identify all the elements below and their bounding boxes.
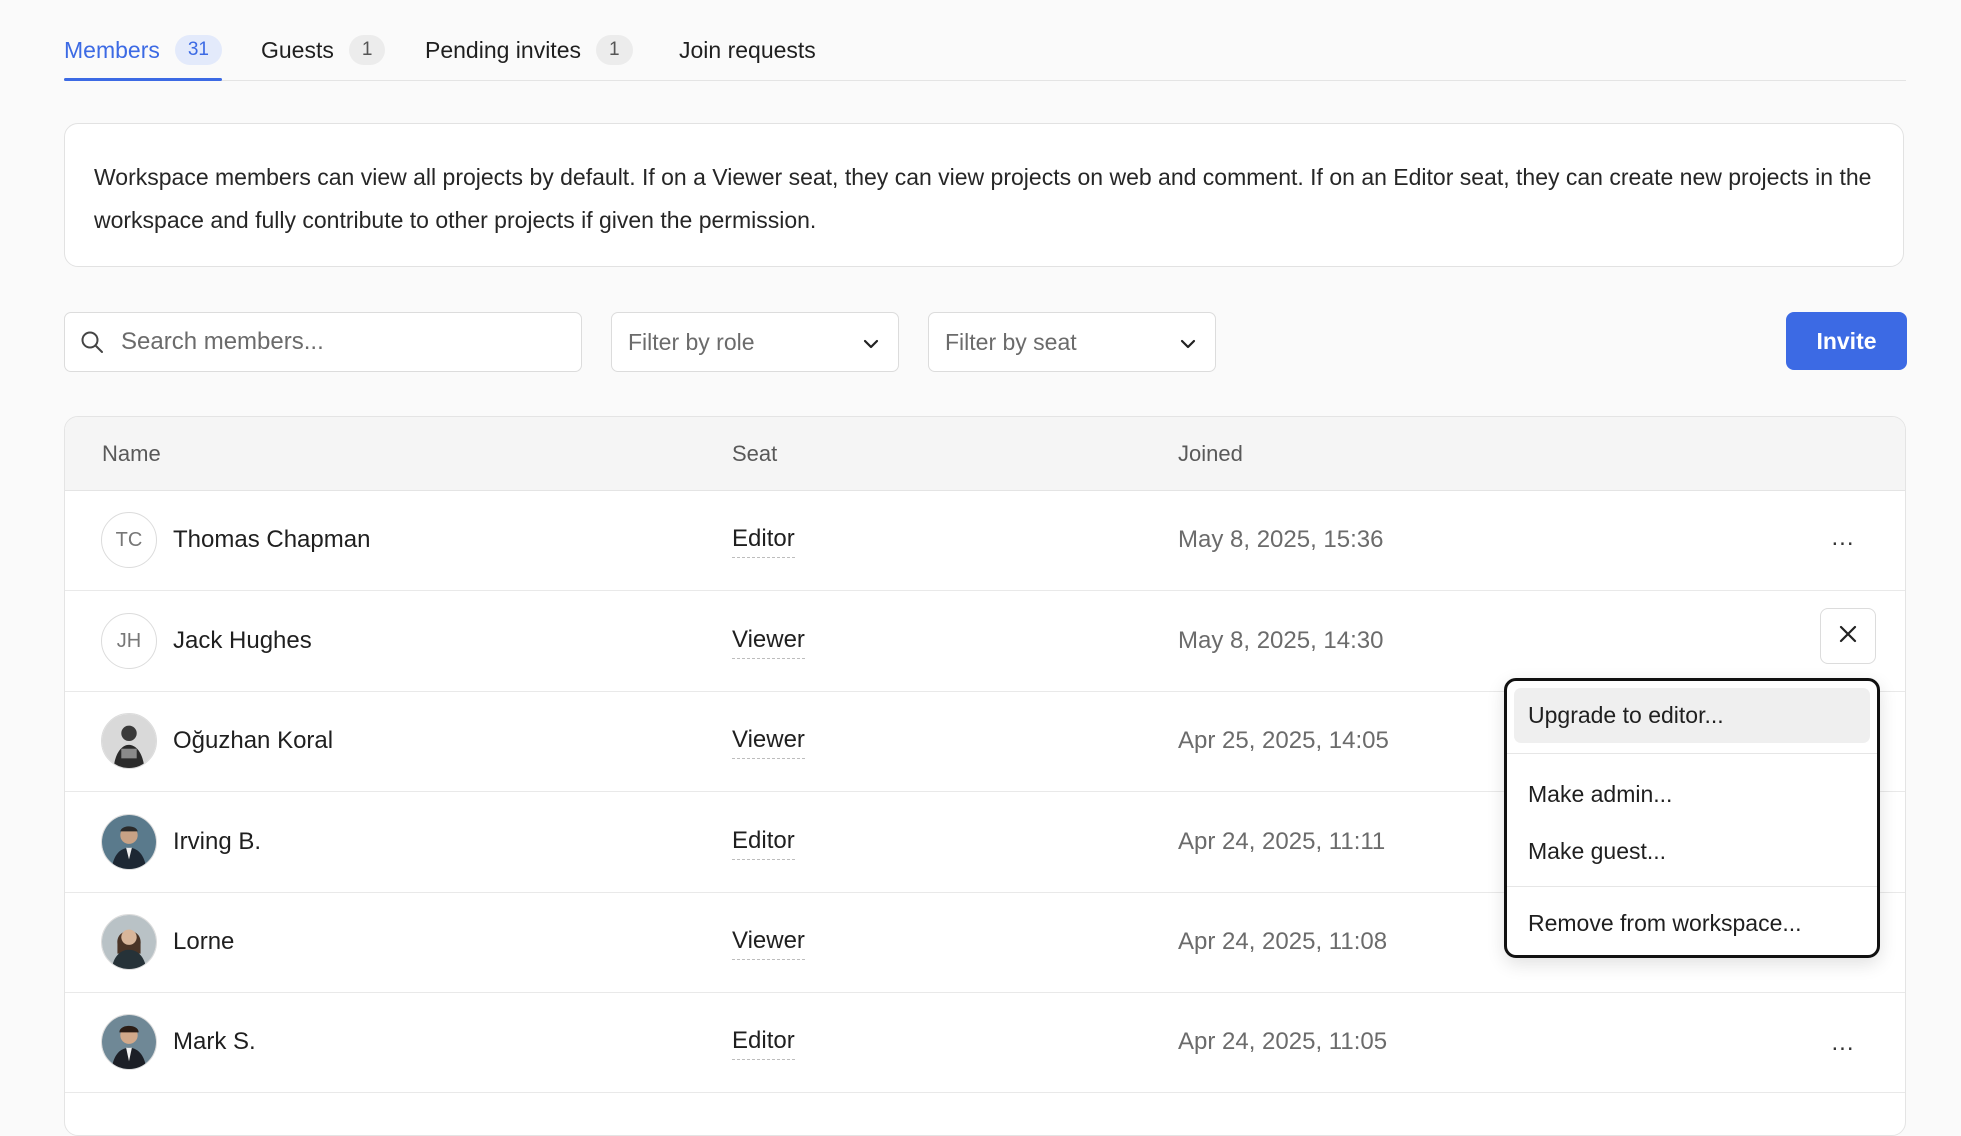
- menu-item-remove-from-workspace[interactable]: Remove from workspace...: [1514, 896, 1870, 951]
- avatar: [101, 1014, 157, 1070]
- column-header-seat: Seat: [732, 441, 778, 466]
- table-header: Name Seat Joined: [65, 417, 1905, 491]
- select-label: Filter by seat: [945, 328, 1077, 355]
- chevron-down-icon: [1179, 329, 1197, 356]
- seat-selector[interactable]: Editor: [732, 1026, 795, 1060]
- joined-date: Apr 24, 2025, 11:05: [1178, 1028, 1388, 1055]
- tab-bar: Members 31 Guests 1 Pending invites 1 Jo…: [64, 20, 1906, 81]
- tab-label: Guests: [261, 36, 334, 63]
- tab-count-badge: 31: [174, 35, 222, 65]
- more-horizontal-icon: ...: [1831, 524, 1855, 551]
- avatar: [101, 814, 157, 870]
- search-icon: [79, 329, 105, 355]
- avatar: [101, 713, 157, 769]
- menu-item-make-admin[interactable]: Make admin...: [1514, 767, 1870, 822]
- more-horizontal-icon: ...: [1831, 1029, 1855, 1056]
- avatar: TC: [101, 512, 157, 568]
- chevron-down-icon: [862, 329, 880, 356]
- member-name: Irving B.: [173, 828, 262, 855]
- info-text: Workspace members can view all projects …: [94, 164, 1872, 233]
- member-name: Jack Hughes: [173, 627, 312, 654]
- search-box[interactable]: [64, 312, 582, 372]
- row-actions-menu: Upgrade to editor... Make admin... Make …: [1504, 678, 1880, 958]
- avatar: [101, 914, 157, 970]
- tab-pending-invites[interactable]: Pending invites 1: [425, 20, 633, 80]
- seat-selector[interactable]: Editor: [732, 826, 795, 860]
- tab-guests[interactable]: Guests 1: [261, 20, 386, 80]
- column-header-joined: Joined: [1178, 441, 1243, 466]
- invite-button[interactable]: Invite: [1786, 312, 1907, 370]
- select-label: Filter by role: [628, 328, 755, 355]
- tab-count-badge: 1: [348, 35, 386, 65]
- joined-date: Apr 24, 2025, 11:11: [1178, 828, 1386, 855]
- close-icon: [1839, 625, 1857, 648]
- member-name: Oğuzhan Koral: [173, 727, 334, 754]
- joined-date: May 8, 2025, 15:36: [1178, 526, 1384, 553]
- joined-date: May 8, 2025, 14:30: [1178, 627, 1384, 654]
- member-name: Lorne: [173, 928, 235, 955]
- seat-selector[interactable]: Viewer: [732, 625, 805, 659]
- more-actions-button[interactable]: ...: [1823, 520, 1863, 556]
- menu-item-upgrade-to-editor[interactable]: Upgrade to editor...: [1514, 688, 1870, 743]
- seat-selector[interactable]: Viewer: [732, 926, 805, 960]
- filter-by-seat-select[interactable]: Filter by seat: [928, 312, 1216, 372]
- info-banner: Workspace members can view all projects …: [64, 123, 1904, 267]
- member-name: Mark S.: [173, 1028, 256, 1055]
- tab-members[interactable]: Members 31: [64, 20, 222, 81]
- joined-date: Apr 25, 2025, 14:05: [1178, 727, 1389, 754]
- menu-divider: [1507, 886, 1877, 887]
- column-header-name: Name: [102, 441, 161, 466]
- menu-item-make-guest[interactable]: Make guest...: [1514, 824, 1870, 879]
- tab-label: Pending invites: [425, 36, 581, 63]
- joined-date: Apr 24, 2025, 11:08: [1178, 928, 1388, 955]
- tab-label: Join requests: [679, 36, 816, 63]
- tab-join-requests[interactable]: Join requests: [679, 20, 816, 80]
- table-row[interactable]: TC Thomas Chapman Editor May 8, 2025, 15…: [65, 490, 1905, 591]
- tab-count-badge: 1: [596, 35, 633, 65]
- filter-by-role-select[interactable]: Filter by role: [611, 312, 899, 372]
- table-row[interactable]: Mark S. Editor Apr 24, 2025, 11:05 ...: [65, 992, 1905, 1093]
- close-menu-button[interactable]: [1820, 608, 1876, 664]
- avatar: JH: [101, 613, 157, 669]
- member-name: Thomas Chapman: [173, 526, 371, 553]
- menu-divider: [1507, 753, 1877, 754]
- seat-selector[interactable]: Editor: [732, 524, 795, 558]
- search-input[interactable]: [119, 327, 553, 357]
- tab-label: Members: [64, 36, 160, 63]
- seat-selector[interactable]: Viewer: [732, 725, 805, 759]
- table-row[interactable]: JH Jack Hughes Viewer May 8, 2025, 14:30: [65, 591, 1905, 692]
- more-actions-button[interactable]: ...: [1823, 1025, 1863, 1061]
